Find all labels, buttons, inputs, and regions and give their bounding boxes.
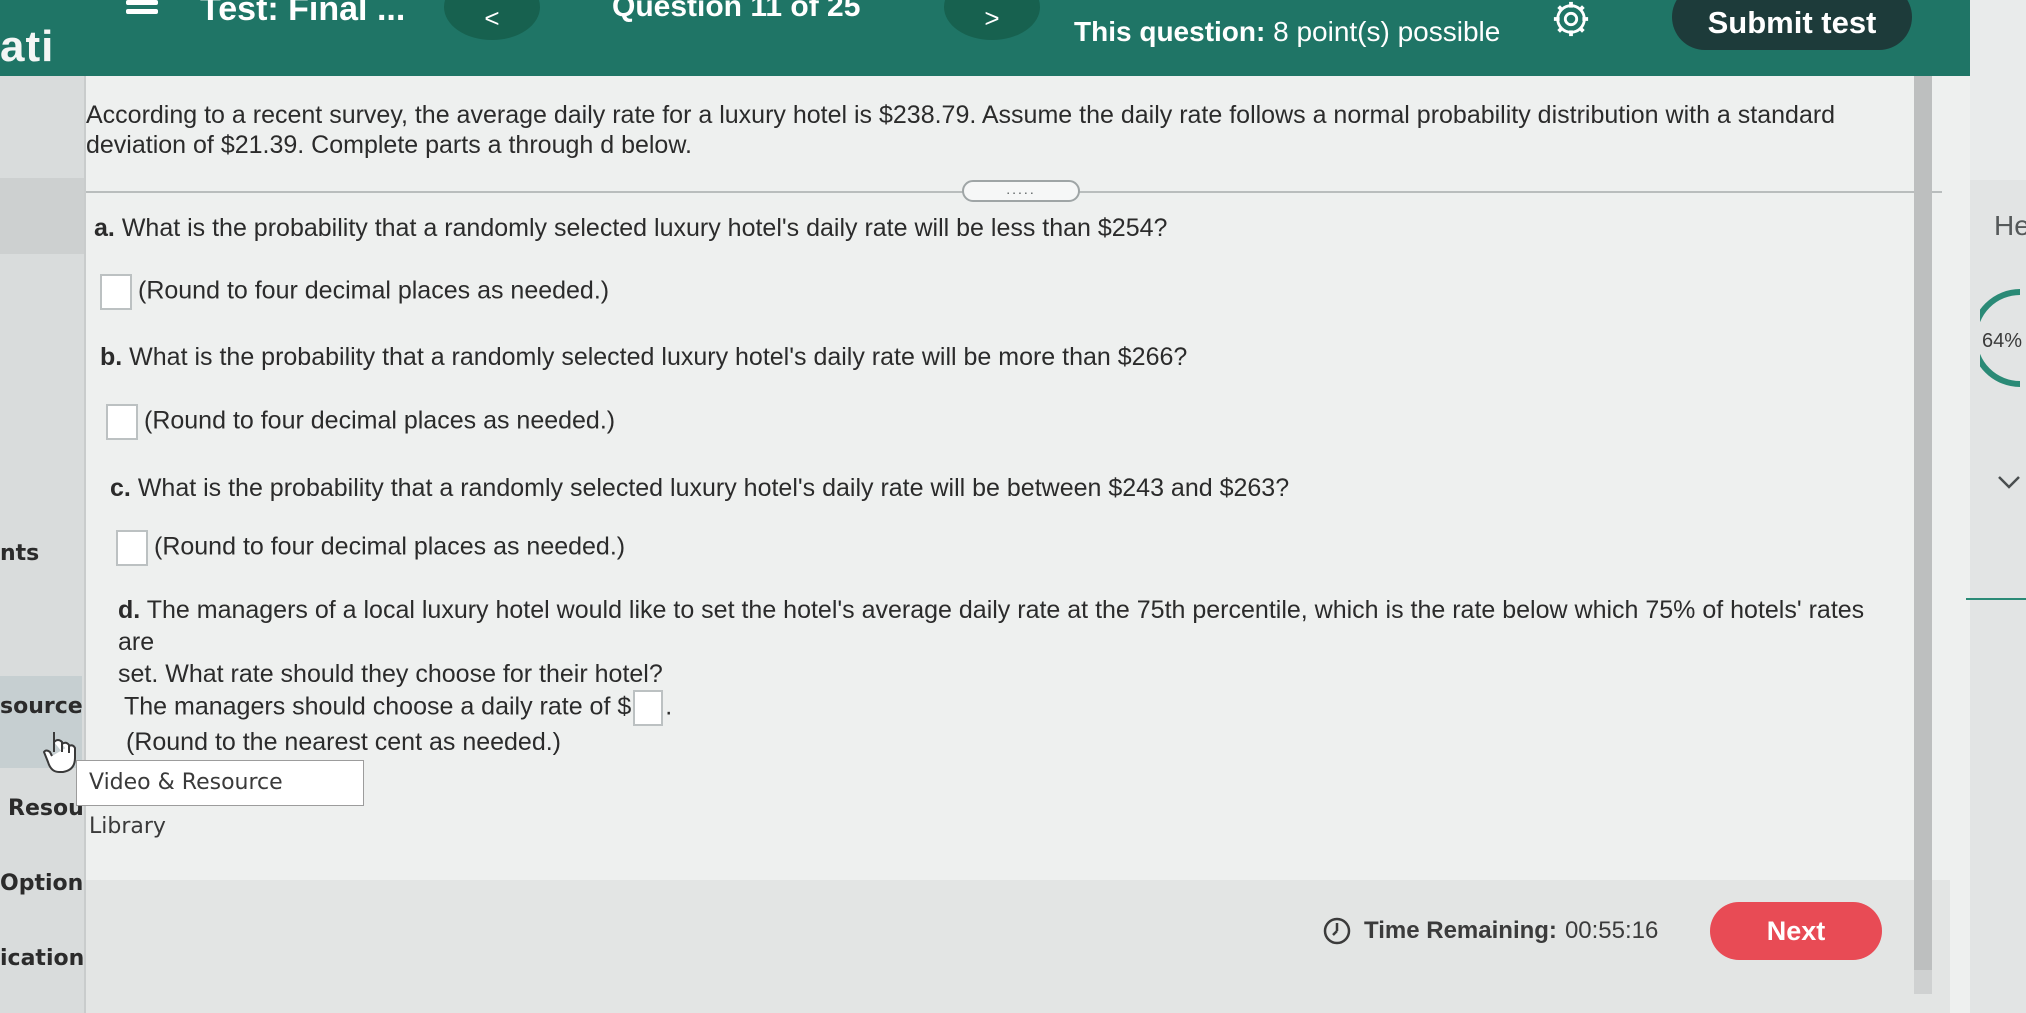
- part-d-question: d. The managers of a local luxury hotel …: [118, 594, 1878, 690]
- header-left-partial: ati: [0, 22, 55, 71]
- chevron-down-icon[interactable]: [1996, 472, 2022, 492]
- menu-icon[interactable]: [126, 0, 158, 22]
- previous-question-button[interactable]: <: [444, 0, 540, 40]
- expand-handle[interactable]: .....: [962, 180, 1080, 202]
- part-d-answer-prefix: The managers should choose a daily rate …: [124, 692, 632, 721]
- part-b-question: b. What is the probability that a random…: [100, 343, 1187, 372]
- gear-icon[interactable]: [1552, 0, 1590, 38]
- part-d-answer-row: The managers should choose a daily rate …: [124, 690, 672, 726]
- timer-value: 00:55:16: [1564, 917, 1659, 944]
- question-intro: According to a recent survey, the averag…: [86, 101, 1836, 159]
- part-a-answer-row: (Round to four decimal places as needed.…: [100, 274, 609, 310]
- part-b-hint: (Round to four decimal places as needed.…: [144, 406, 616, 435]
- sidebar-highlight: [0, 178, 90, 254]
- test-title[interactable]: Test: Final ...: [200, 0, 405, 29]
- part-c-letter: c.: [110, 474, 131, 502]
- part-a-question: a. What is the probability that a random…: [94, 214, 1167, 243]
- part-d-letter: d.: [118, 596, 141, 624]
- points-lead: This question:: [1074, 16, 1266, 47]
- bottom-bar: [86, 880, 1950, 1013]
- time-remaining: Time Remaining: 00:55:16: [1322, 916, 1658, 946]
- sidebar-item-nts[interactable]: nts: [0, 541, 39, 566]
- help-partial-label[interactable]: He: [1994, 210, 2026, 242]
- points-value: 8 point(s) possible: [1273, 16, 1501, 47]
- right-panel-top: [1970, 0, 2026, 180]
- part-a-answer-input[interactable]: [100, 274, 132, 310]
- part-d-text-line1: The managers of a local luxury hotel wou…: [118, 596, 1865, 656]
- question-counter: Question 11 of 25: [612, 0, 861, 23]
- video-resource-tooltip: Video & Resource Library: [76, 760, 364, 839]
- scroll-down-arrow[interactable]: [1914, 970, 1932, 994]
- part-b-answer-row: (Round to four decimal places as needed.…: [106, 404, 615, 440]
- vertical-scrollbar[interactable]: [1914, 76, 1932, 976]
- part-c-hint: (Round to four decimal places as needed.…: [154, 532, 626, 561]
- right-panel-divider: [1966, 598, 2026, 600]
- sidebar-item-options[interactable]: Options: [0, 871, 96, 896]
- sidebar-item-source[interactable]: source: [0, 694, 83, 719]
- part-b-letter: b.: [100, 343, 123, 371]
- part-d-answer-input[interactable]: [633, 690, 664, 726]
- next-question-button[interactable]: >: [944, 0, 1040, 40]
- progress-percent: 64%: [1982, 330, 2023, 352]
- points-line: This question: 8 point(s) possible: [1074, 16, 1500, 48]
- part-a-text: What is the probability that a randomly …: [121, 214, 1168, 242]
- part-a-letter: a.: [94, 214, 115, 242]
- submit-test-button[interactable]: Submit test: [1672, 0, 1912, 50]
- part-c-text: What is the probability that a randomly …: [137, 474, 1290, 502]
- part-d-text-line2: set. What rate should they choose for th…: [118, 660, 663, 688]
- part-c-answer-row: (Round to four decimal places as needed.…: [116, 530, 625, 566]
- hand-pointer-icon: [42, 732, 76, 773]
- part-b-text: What is the probability that a randomly …: [129, 343, 1188, 371]
- timer-lead: Time Remaining:: [1364, 917, 1557, 944]
- part-c-question: c. What is the probability that a random…: [110, 474, 1289, 503]
- clock-icon: [1323, 917, 1351, 945]
- part-d-answer-suffix: .: [665, 692, 673, 721]
- part-b-answer-input[interactable]: [106, 404, 138, 440]
- part-c-answer-input[interactable]: [116, 530, 148, 566]
- part-a-hint: (Round to four decimal places as needed.…: [138, 276, 610, 305]
- part-d-hint: (Round to the nearest cent as needed.): [126, 728, 562, 756]
- next-button[interactable]: Next: [1710, 902, 1882, 960]
- top-bar: ati Test: Final ... < Question 11 of 25 …: [0, 0, 1970, 76]
